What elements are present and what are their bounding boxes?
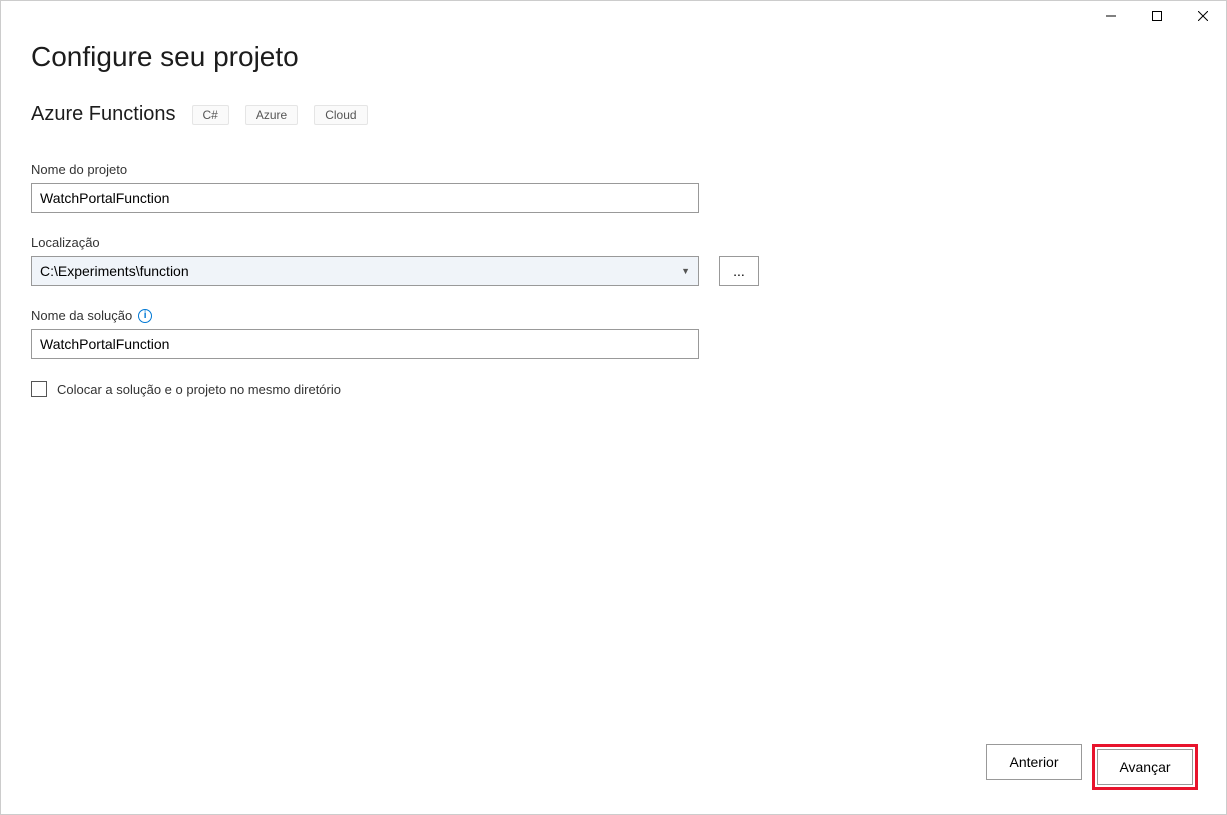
- location-value: C:\Experiments\function: [40, 263, 189, 279]
- location-combobox[interactable]: C:\Experiments\function ▼: [31, 256, 699, 286]
- info-icon[interactable]: i: [138, 309, 152, 323]
- location-label: Localização: [31, 235, 1196, 250]
- dialog-footer: Anterior Avançar: [986, 744, 1198, 790]
- next-button-highlight: Avançar: [1092, 744, 1198, 790]
- same-directory-label: Colocar a solução e o projeto no mesmo d…: [57, 382, 341, 397]
- chevron-down-icon: ▼: [681, 266, 690, 276]
- solution-name-label: Nome da solução i: [31, 308, 1196, 323]
- location-group: Localização C:\Experiments\function ▼ ..…: [31, 235, 1196, 286]
- tag-csharp: C#: [192, 105, 229, 125]
- subtitle-row: Azure Functions C# Azure Cloud: [31, 103, 1196, 126]
- next-button[interactable]: Avançar: [1097, 749, 1193, 785]
- solution-name-group: Nome da solução i: [31, 308, 1196, 359]
- minimize-button[interactable]: [1088, 1, 1134, 31]
- same-directory-row: Colocar a solução e o projeto no mesmo d…: [31, 381, 1196, 397]
- project-name-group: Nome do projeto: [31, 162, 1196, 213]
- project-name-input[interactable]: [31, 183, 699, 213]
- same-directory-checkbox[interactable]: [31, 381, 47, 397]
- dialog-content: Configure seu projeto Azure Functions C#…: [1, 1, 1226, 427]
- page-title: Configure seu projeto: [31, 41, 1196, 73]
- close-button[interactable]: [1180, 1, 1226, 31]
- maximize-button[interactable]: [1134, 1, 1180, 31]
- template-name: Azure Functions: [31, 103, 176, 126]
- browse-button[interactable]: ...: [719, 256, 759, 286]
- solution-name-label-text: Nome da solução: [31, 308, 132, 323]
- project-name-label: Nome do projeto: [31, 162, 1196, 177]
- tag-cloud: Cloud: [314, 105, 367, 125]
- tag-azure: Azure: [245, 105, 298, 125]
- solution-name-input[interactable]: [31, 329, 699, 359]
- back-button[interactable]: Anterior: [986, 744, 1082, 780]
- window-controls: [1088, 1, 1226, 31]
